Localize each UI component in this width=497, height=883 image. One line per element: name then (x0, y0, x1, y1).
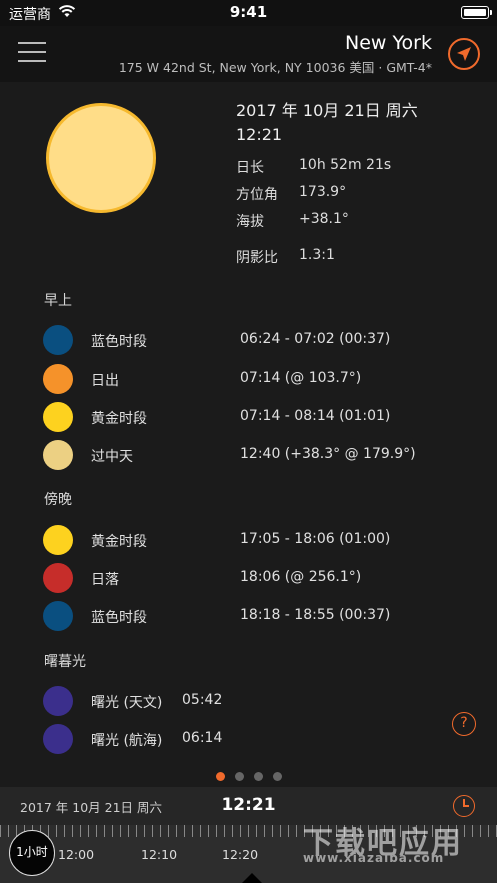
info-value: 10h 52m 21s (299, 157, 392, 173)
event-row[interactable]: 日落 18:06 (@ 256.1°) (0, 560, 497, 596)
info-label: 日长 (236, 160, 264, 176)
event-value: 07:14 - 08:14 (01:01) (240, 408, 391, 424)
page-dot[interactable] (234, 772, 244, 781)
section-title-evening: 傍晚 (44, 492, 72, 508)
tick-label: 12:00 (58, 847, 95, 862)
event-value: 06:24 - 07:02 (00:37) (240, 331, 391, 347)
info-label: 方位角 (236, 187, 278, 203)
golden-hour-dot (43, 402, 73, 432)
info-value: +38.1° (299, 211, 349, 227)
event-value: 12:40 (+38.3° @ 179.9°) (240, 446, 416, 462)
event-row[interactable]: 过中天 12:40 (+38.3° @ 179.9°) (0, 437, 497, 473)
watermark: 下载吧应用 www.xiazaiba.com (299, 818, 493, 865)
event-value: 18:06 (@ 256.1°) (240, 569, 362, 585)
time-cursor-marker (240, 873, 264, 883)
event-row[interactable]: 曙光 (天文) 05:42 (0, 683, 497, 719)
info-value: 173.9° (299, 184, 347, 200)
event-name: 蓝色时段 (91, 610, 147, 626)
golden-hour-dot (43, 525, 73, 555)
help-button[interactable]: ? (452, 712, 476, 736)
info-time: 12:21 (236, 125, 283, 144)
event-row[interactable]: 曙光 (航海) 06:14 (0, 721, 497, 757)
event-name: 曙光 (航海) (91, 733, 163, 749)
status-bar: 运营商 9:41 (0, 0, 497, 26)
event-value: 05:42 (182, 692, 223, 708)
menu-icon[interactable] (18, 42, 46, 62)
event-row[interactable]: 蓝色时段 18:18 - 18:55 (00:37) (0, 598, 497, 634)
sunset-dot (43, 563, 73, 593)
event-name: 黄金时段 (91, 411, 147, 427)
info-value: 1.3:1 (299, 247, 335, 263)
page-indicator[interactable] (0, 766, 497, 781)
twilight-dot (43, 686, 73, 716)
watermark-url: www.xiazaiba.com (303, 851, 445, 865)
info-date: 2017 年 10月 21日 周六 (236, 101, 418, 120)
blue-hour-dot (43, 601, 73, 631)
page-dot[interactable] (253, 772, 263, 781)
event-name: 曙光 (天文) (91, 695, 163, 711)
location-address[interactable]: 175 W 42nd St, New York, NY 10036 美国 · G… (119, 57, 432, 76)
event-name: 日落 (91, 572, 119, 588)
tick-label: 12:10 (141, 847, 178, 862)
blue-hour-dot (43, 325, 73, 355)
info-label: 海拔 (236, 214, 264, 230)
event-value: 18:18 - 18:55 (00:37) (240, 607, 391, 623)
event-name: 蓝色时段 (91, 334, 147, 350)
section-title-morning: 早上 (44, 293, 72, 309)
sunrise-dot (43, 364, 73, 394)
event-row[interactable]: 黄金时段 07:14 - 08:14 (01:01) (0, 399, 497, 435)
tick-label: 12:20 (222, 847, 259, 862)
event-name: 过中天 (91, 449, 133, 465)
location-city[interactable]: New York (345, 32, 432, 54)
battery-icon (461, 6, 492, 19)
location-arrow-icon (457, 47, 471, 61)
event-value: 07:14 (@ 103.7°) (240, 370, 362, 386)
status-time: 9:41 (229, 3, 268, 21)
zoom-button[interactable]: 1小时 (9, 830, 55, 876)
event-name: 日出 (91, 373, 119, 389)
sun-icon (46, 103, 156, 213)
sun-info: 2017 年 10月 21日 周六 12:21 (236, 100, 418, 146)
event-value: 06:14 (182, 730, 223, 746)
solar-noon-dot (43, 440, 73, 470)
clock-icon[interactable] (453, 795, 475, 817)
event-row[interactable]: 蓝色时段 06:24 - 07:02 (00:37) (0, 322, 497, 358)
twilight-dot (43, 724, 73, 754)
locate-button[interactable] (448, 38, 480, 70)
event-row[interactable]: 黄金时段 17:05 - 18:06 (01:00) (0, 522, 497, 558)
event-name: 黄金时段 (91, 534, 147, 550)
page-dot[interactable] (215, 772, 225, 781)
section-title-twilight: 曙暮光 (44, 654, 86, 670)
page-dot[interactable] (272, 772, 282, 781)
info-label: 阴影比 (236, 250, 278, 266)
event-row[interactable]: 日出 07:14 (@ 103.7°) (0, 361, 497, 397)
event-value: 17:05 - 18:06 (01:00) (240, 531, 391, 547)
bottom-time: 12:21 (221, 795, 276, 815)
header: New York 175 W 42nd St, New York, NY 100… (0, 26, 497, 82)
